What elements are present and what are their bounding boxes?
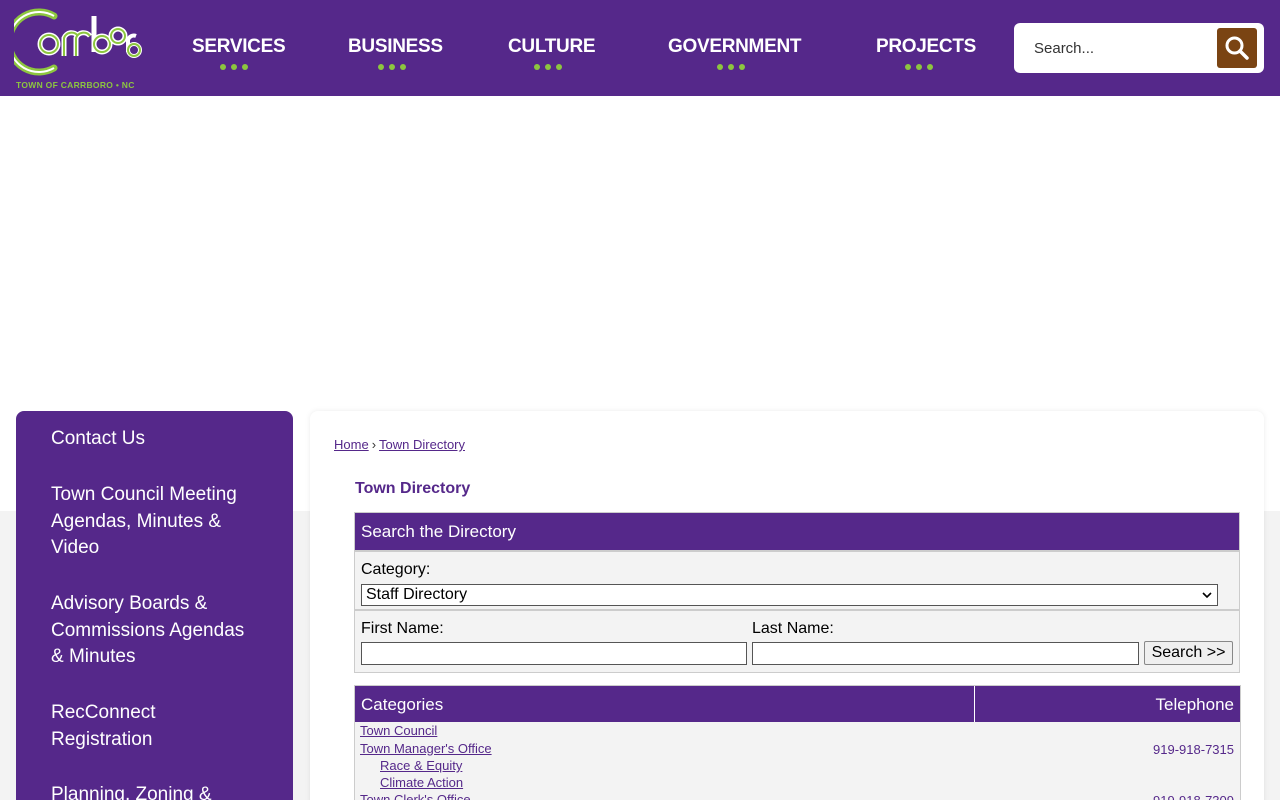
chevron-down-icon (1202, 592, 1212, 599)
breadcrumb-separator: › (371, 437, 377, 452)
phone-town-managers-office: 919-918-7315 (1153, 742, 1234, 757)
phone-town-clerks-office: 919-918-7309 (1153, 793, 1234, 800)
nav-dots-icon (508, 64, 588, 70)
nav-culture[interactable]: CULTURE (508, 36, 596, 76)
sidebar-item-council-agendas[interactable]: Town Council Meeting Agendas, Minutes & … (51, 482, 251, 562)
nav-services-label: SERVICES (192, 36, 286, 57)
breadcrumb-home[interactable]: Home (334, 437, 369, 452)
first-name-field[interactable] (361, 642, 747, 665)
page-title: Town Directory (355, 480, 471, 497)
nav-culture-label: CULTURE (508, 36, 596, 57)
last-name-field[interactable] (752, 642, 1139, 665)
sidebar-item-planning[interactable]: Planning, Zoning & (51, 782, 251, 800)
directory-search-panel: Search the Directory Category: Staff Dir… (354, 512, 1240, 673)
category-label: Category: (361, 561, 431, 578)
nav-government[interactable]: GOVERNMENT (668, 36, 802, 76)
categories-table: Categories Telephone Town Council Town M… (354, 685, 1241, 800)
category-selected-value: Staff Directory (366, 586, 468, 603)
category-race-equity[interactable]: Race & Equity (380, 758, 462, 773)
category-town-council[interactable]: Town Council (360, 723, 437, 738)
directory-search-heading: Search the Directory (355, 513, 1239, 550)
sidebar-item-advisory-boards[interactable]: Advisory Boards & Commissions Agendas & … (51, 591, 251, 671)
nav-business[interactable]: BUSINESS (348, 36, 443, 76)
col-telephone: Telephone (1155, 695, 1234, 714)
directory-search-button[interactable]: Search >> (1144, 641, 1233, 665)
nav-dots-icon (668, 64, 794, 70)
carrboro-logo-icon (14, 8, 142, 76)
nav-dots-icon (348, 64, 436, 70)
nav-business-label: BUSINESS (348, 36, 443, 57)
col-categories: Categories (361, 695, 444, 714)
sidebar-quick-links: Contact Us Town Council Meeting Agendas,… (16, 411, 293, 800)
sidebar-item-recconnect[interactable]: RecConnect Registration (51, 700, 251, 753)
category-town-clerks-office[interactable]: Town Clerk's Office (360, 792, 471, 800)
site-search-button[interactable] (1217, 28, 1257, 68)
nav-dots-icon (876, 64, 962, 70)
category-climate-action[interactable]: Climate Action (380, 775, 463, 790)
site-search-input[interactable] (1020, 28, 1215, 68)
categories-header: Categories Telephone (355, 686, 1240, 722)
site-search (1014, 23, 1264, 73)
town-logo[interactable]: TOWN OF CARRBORO • NC (14, 6, 144, 90)
breadcrumb: Home › Town Directory (334, 437, 465, 452)
category-town-managers-office[interactable]: Town Manager's Office (360, 741, 492, 756)
logo-caption: TOWN OF CARRBORO • NC (16, 80, 135, 90)
search-icon (1225, 36, 1249, 60)
category-select[interactable]: Staff Directory (361, 584, 1218, 606)
breadcrumb-town-directory[interactable]: Town Directory (379, 437, 465, 452)
last-name-label: Last Name: (752, 620, 834, 637)
header-divider (974, 686, 975, 722)
nav-services[interactable]: SERVICES (192, 36, 286, 76)
nav-government-label: GOVERNMENT (668, 36, 802, 57)
nav-dots-icon (192, 64, 276, 70)
sidebar-item-contact-us[interactable]: Contact Us (51, 426, 251, 453)
nav-projects-label: PROJECTS (876, 36, 977, 57)
nav-projects[interactable]: PROJECTS (876, 36, 977, 76)
category-row: Category: Staff Directory (355, 550, 1239, 611)
first-name-label: First Name: (361, 620, 444, 637)
site-header: TOWN OF CARRBORO • NC SERVICES BUSINESS … (0, 0, 1280, 96)
